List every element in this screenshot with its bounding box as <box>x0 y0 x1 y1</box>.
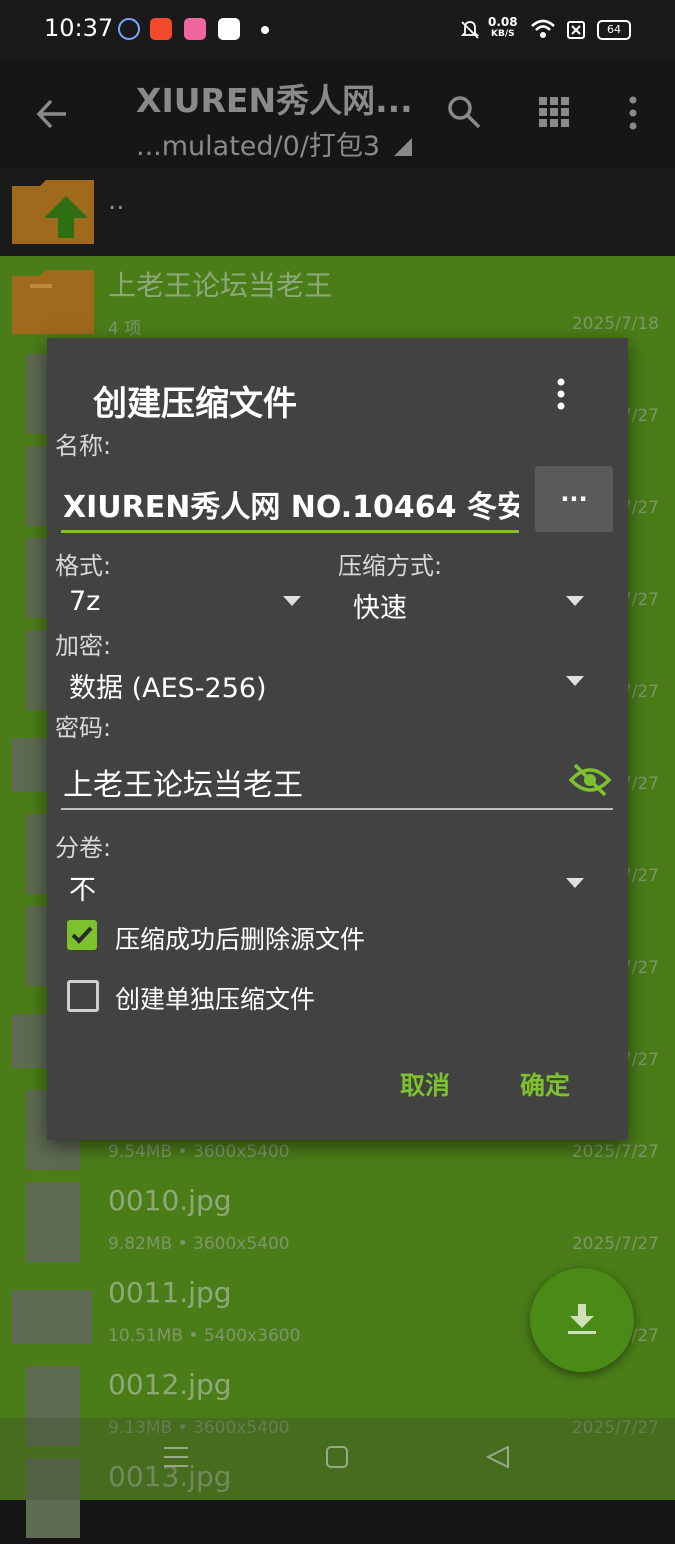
sim-icon <box>567 21 585 39</box>
file-meta: 10.51MB • 5400x3600 <box>108 1326 301 1346</box>
list-item[interactable]: 0010.jpg 9.82MB • 3600x5400 2025/7/27 <box>0 1176 675 1268</box>
archive-name-input[interactable]: XIUREN秀人网 NO.10464 冬安 <box>61 478 519 533</box>
toolbar-title: XIUREN秀人网... <box>136 81 413 120</box>
method-dropdown-icon[interactable] <box>566 596 584 606</box>
file-name: 0012.jpg <box>108 1368 232 1401</box>
encryption-select[interactable]: 数据 (AES-256) <box>69 666 267 705</box>
name-label: 名称: <box>55 432 112 460</box>
status-bar: 10:37 0.08 KB/S 64 <box>0 0 675 60</box>
battery-icon: 64 <box>597 20 631 40</box>
folder-icon <box>12 270 94 334</box>
file-meta: 9.54MB • 3600x5400 <box>108 1142 290 1162</box>
password-input[interactable]: 上老王论坛当老王 <box>61 758 613 810</box>
password-label: 密码: <box>55 714 112 742</box>
file-meta: 4 项 <box>108 319 142 339</box>
separate-archives-label[interactable]: 创建单独压缩文件 <box>115 980 315 1016</box>
parent-directory-label: .. <box>108 186 125 216</box>
file-date: 2025/7/27 <box>571 1142 659 1162</box>
file-name: 上老王论坛当老王 <box>108 269 333 302</box>
image-thumbnail <box>26 1182 80 1262</box>
format-select[interactable]: 7z <box>69 586 100 617</box>
app-notification-icon <box>118 18 140 40</box>
separate-archives-checkbox[interactable] <box>67 980 99 1012</box>
net-speed: 0.08 KB/S <box>488 15 518 39</box>
back-triangle-icon[interactable] <box>486 1446 510 1468</box>
search-icon[interactable] <box>446 94 482 130</box>
bilibili-notification-icon <box>184 18 206 40</box>
weibo-notification-icon <box>150 18 172 40</box>
encryption-dropdown-icon[interactable] <box>566 676 584 686</box>
calendar-notification-icon <box>218 18 240 40</box>
archive-name-value: XIUREN秀人网 NO.10464 冬安 <box>63 490 519 525</box>
method-label: 压缩方式: <box>338 552 443 580</box>
path-dropdown-icon[interactable] <box>392 136 414 158</box>
extract-fab-button[interactable] <box>530 1268 634 1372</box>
cancel-button[interactable]: 取消 <box>400 1066 450 1102</box>
list-item-folder[interactable]: 上老王论坛当老王 4 项 2025/7/18 <box>0 256 675 348</box>
browse-button[interactable]: ... <box>535 466 613 532</box>
format-dropdown-icon[interactable] <box>283 596 301 606</box>
visibility-off-icon[interactable] <box>569 762 611 798</box>
home-icon[interactable] <box>326 1446 348 1468</box>
system-navigation-bar <box>0 1418 675 1500</box>
dialog-overflow-icon[interactable] <box>555 378 567 410</box>
split-dropdown-icon[interactable] <box>566 878 584 888</box>
checkmark-icon <box>71 926 93 944</box>
format-label: 格式: <box>55 552 112 580</box>
file-name: 0011.jpg <box>108 1276 232 1309</box>
toolbar-path[interactable]: ...mulated/0/打包3 <box>136 124 380 163</box>
password-value: 上老王论坛当老王 <box>63 768 303 803</box>
file-name: 0010.jpg <box>108 1184 232 1217</box>
back-arrow-icon[interactable] <box>34 96 70 132</box>
file-date: 2025/7/18 <box>571 314 659 334</box>
file-meta: 9.82MB • 3600x5400 <box>108 1234 290 1254</box>
encryption-label: 加密: <box>55 632 112 660</box>
recents-menu-icon[interactable] <box>164 1446 188 1468</box>
folder-up-icon <box>12 180 94 244</box>
split-label: 分卷: <box>55 834 112 862</box>
status-time: 10:37 <box>44 14 114 42</box>
more-notifications-dot-icon <box>261 26 269 34</box>
overflow-menu-icon[interactable] <box>626 96 640 130</box>
mute-bell-icon <box>460 21 480 39</box>
grid-view-icon[interactable] <box>538 96 570 128</box>
delete-source-checkbox[interactable] <box>67 920 97 950</box>
ok-button[interactable]: 确定 <box>520 1066 570 1102</box>
dialog-title: 创建压缩文件 <box>93 384 297 424</box>
split-select[interactable]: 不 <box>69 868 96 907</box>
file-date: 2025/7/27 <box>571 1234 659 1254</box>
delete-source-label[interactable]: 压缩成功后删除源文件 <box>115 920 365 956</box>
method-select[interactable]: 快速 <box>353 586 407 625</box>
image-thumbnail <box>12 1290 92 1344</box>
top-app-bar: XIUREN秀人网... ...mulated/0/打包3 <box>0 60 675 168</box>
wifi-icon <box>531 19 555 38</box>
create-archive-dialog: 创建压缩文件 名称: XIUREN秀人网 NO.10464 冬安 ... 格式:… <box>47 338 628 1140</box>
download-icon <box>568 1304 596 1334</box>
parent-directory-row[interactable]: .. <box>0 168 675 256</box>
